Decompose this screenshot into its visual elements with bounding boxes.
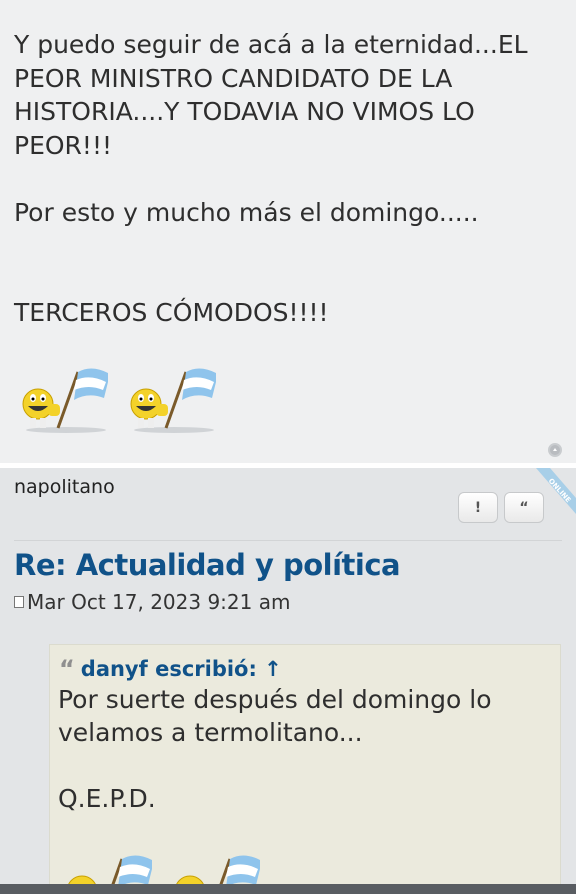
argentina-flag-smiley-icon (130, 368, 216, 433)
quote-line: velamos a termolitano... (58, 718, 363, 747)
bottom-bar (0, 884, 576, 894)
quote-mark-icon: “ (59, 655, 75, 683)
post-line (14, 263, 534, 297)
post-date: Mar Oct 17, 2023 9:21 am (14, 590, 290, 614)
back-to-top-icon[interactable] (548, 443, 562, 457)
quote-button[interactable]: “ (504, 492, 544, 523)
quote-author[interactable]: danyf escribió: ↑ (81, 657, 282, 681)
post-date-text: Mar Oct 17, 2023 9:21 am (27, 590, 291, 614)
smiley-row (20, 364, 216, 436)
post-author[interactable]: napolitano (14, 476, 115, 498)
post-line (14, 229, 534, 263)
post-reply: napolitano ONLINE ! “ Re: Actualidad y p… (0, 468, 576, 894)
quote-body: Por suerte después del domingo lo velamo… (58, 683, 548, 815)
post-body: Y puedo seguir de acá a la eternidad...E… (14, 28, 534, 330)
post-line: Y puedo seguir de acá a la eternidad...E… (14, 30, 528, 59)
quote-header: “ danyf escribió: ↑ (59, 655, 282, 683)
quote-line: Q.E.P.D. (58, 784, 156, 813)
post-previous: Y puedo seguir de acá a la eternidad...E… (0, 0, 576, 463)
quote-line (58, 749, 548, 782)
post-actions: ! “ (458, 492, 544, 523)
argentina-flag-smiley-icon (22, 368, 108, 433)
report-button[interactable]: ! (458, 492, 498, 523)
divider (14, 540, 562, 541)
post-line: Por esto y mucho más el domingo..... (14, 197, 479, 227)
post-line: HISTORIA....Y TODAVIA NO VIMOS LO (14, 97, 475, 126)
post-line: PEOR!!! (14, 130, 112, 160)
quote-block: “ danyf escribió: ↑ Por suerte después d… (49, 644, 561, 894)
quote-line: Por suerte después del domingo lo (58, 685, 492, 714)
post-line (14, 162, 534, 196)
post-line: PEOR MINISTRO CANDIDATO DE LA (14, 63, 453, 93)
post-line: TERCEROS CÓMODOS!!!! (14, 298, 329, 327)
post-title[interactable]: Re: Actualidad y política (14, 548, 401, 582)
post-link-icon[interactable] (14, 596, 24, 608)
